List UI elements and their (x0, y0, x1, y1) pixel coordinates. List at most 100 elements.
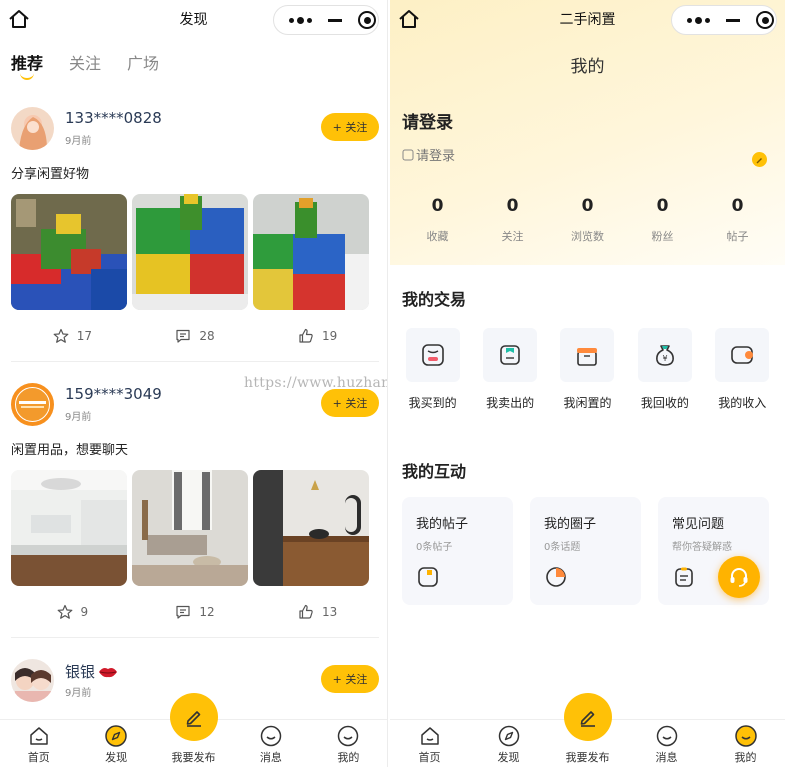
post-photos (11, 470, 369, 586)
trade-bought[interactable]: 我买到的 (397, 328, 469, 411)
close-icon[interactable] (756, 11, 774, 29)
post-photo[interactable] (253, 470, 369, 586)
pencil-icon (580, 711, 595, 727)
card-my-posts[interactable]: 我的帖子 0条帖子 (402, 497, 513, 605)
tab-following[interactable]: 关注 (69, 50, 101, 74)
minimize-icon[interactable] (726, 18, 740, 22)
publish-button[interactable] (563, 693, 612, 741)
post-photos (11, 194, 369, 310)
trade-label: 我的收入 (718, 396, 767, 410)
close-icon[interactable] (358, 11, 376, 29)
message-icon (260, 725, 282, 747)
more-icon[interactable] (274, 16, 326, 24)
stat-label: 收藏 (426, 230, 449, 243)
discover-screen: 发现 推荐 关注 广场 133****0828 9月前 + 关注 分享闲置好物 (0, 0, 388, 767)
favorite-count: 17 (76, 329, 92, 343)
tabbar-publish[interactable]: 我要发布 (155, 693, 232, 767)
tabbar-label: 消息 (259, 751, 282, 764)
headset-icon (730, 568, 748, 587)
trade-recycled[interactable]: ¥ 我回收的 (629, 328, 701, 411)
tabbar-messages[interactable]: 消息 (627, 720, 706, 767)
tab-square[interactable]: 广场 (127, 50, 159, 74)
card-title: 我的帖子 (416, 517, 469, 532)
like-count: 13 (322, 605, 338, 619)
tabbar-discover[interactable]: 发现 (77, 720, 154, 767)
watermark: https://www.huzhan.com/ishop49544 (244, 375, 387, 391)
bag-icon (421, 344, 444, 366)
edit-profile-button[interactable] (752, 152, 767, 167)
username[interactable]: 159****3049 (65, 385, 162, 403)
circle-icon (546, 567, 566, 587)
card-my-circles[interactable]: 我的圈子 0条话题 (530, 497, 641, 605)
post-photo[interactable] (253, 194, 369, 310)
trade-sold[interactable]: 我卖出的 (474, 328, 546, 411)
minimize-icon[interactable] (328, 18, 342, 22)
stat-following[interactable]: 0 关注 (475, 196, 550, 244)
favorite-action[interactable]: 9 (11, 604, 134, 620)
follow-button[interactable]: + 关注 (321, 113, 379, 141)
avatar[interactable] (11, 659, 54, 702)
trade-income[interactable]: 我的收入 (706, 328, 778, 411)
favorite-count: 9 (80, 605, 89, 619)
nav-bar: 发现 (0, 0, 387, 38)
stat-number: 0 (506, 196, 519, 216)
thumbs-up-icon (299, 328, 313, 343)
lips-icon (99, 667, 118, 677)
trade-grid: 我买到的 我卖出的 我闲置的 ¥ 我回收的 我的收入 (390, 328, 785, 411)
login-title[interactable]: 请登录 (402, 108, 453, 133)
stat-favorites[interactable]: 0 收藏 (400, 196, 475, 244)
smile-icon (734, 725, 757, 747)
bottom-tabbar: 首页 发现 我要发布 消息 我的 (390, 693, 785, 767)
post-text: 分享闲置好物 (11, 167, 90, 182)
tabbar-discover[interactable]: 发现 (469, 720, 548, 767)
comment-action[interactable]: 28 (134, 328, 257, 344)
tabbar-home[interactable]: 首页 (0, 720, 77, 767)
interact-cards: 我的帖子 0条帖子 我的圈子 0条话题 常见问题 帮你答疑解惑 (402, 497, 769, 605)
stat-fans[interactable]: 0 粉丝 (625, 196, 700, 244)
like-action[interactable]: 13 (256, 604, 379, 620)
avatar[interactable] (11, 107, 54, 150)
customer-service-button[interactable] (718, 556, 760, 598)
tabbar-label: 首页 (418, 751, 441, 764)
edit-icon (756, 158, 762, 164)
publish-button[interactable] (169, 693, 218, 741)
post-photo[interactable] (132, 194, 248, 310)
star-icon (57, 604, 72, 619)
tabbar-messages[interactable]: 消息 (232, 720, 309, 767)
nav-title: 二手闲置 (559, 12, 616, 28)
post-text: 闲置用品，想要聊天 (11, 443, 129, 458)
compass-icon (498, 725, 519, 747)
username[interactable]: 133****0828 (65, 109, 162, 127)
bottom-tabbar: 首页 发现 我要发布 消息 我的 (0, 693, 387, 767)
home-icon[interactable] (398, 9, 420, 29)
trade-idle[interactable]: 我闲置的 (551, 328, 623, 411)
feed-tabs: 推荐 关注 广场 (11, 50, 159, 80)
stat-views[interactable]: 0 浏览数 (550, 196, 625, 244)
home-icon[interactable] (8, 9, 30, 29)
trade-label: 我卖出的 (486, 396, 535, 410)
checkbox-icon (402, 149, 414, 160)
username[interactable]: 银银 (65, 661, 118, 682)
stat-posts[interactable]: 0 帖子 (700, 196, 775, 244)
tabbar-mine[interactable]: 我的 (706, 720, 785, 767)
post-photo[interactable] (132, 470, 248, 586)
like-action[interactable]: 19 (256, 328, 379, 344)
avatar[interactable] (11, 383, 54, 426)
profile-screen: 二手闲置 我的 请登录 请登录 0 收藏 0 关注 0 浏览数 0 粉丝 0 帖… (390, 0, 785, 767)
follow-button[interactable]: + 关注 (321, 665, 379, 693)
favorite-action[interactable]: 17 (11, 328, 134, 344)
post-photo[interactable] (11, 194, 127, 310)
card-title: 常见问题 (672, 517, 725, 532)
post-time: 9月前 (65, 412, 92, 423)
tabbar-home[interactable]: 首页 (390, 720, 469, 767)
comment-action[interactable]: 12 (134, 604, 257, 620)
page-title: 我的 (570, 57, 605, 77)
login-prompt[interactable]: 请登录 (402, 145, 455, 164)
tab-recommend[interactable]: 推荐 (11, 50, 43, 80)
tabbar-publish[interactable]: 我要发布 (548, 693, 627, 767)
post-photo[interactable] (11, 470, 127, 586)
clipboard-icon (675, 567, 693, 587)
follow-button[interactable]: + 关注 (321, 389, 379, 417)
more-icon[interactable] (672, 16, 724, 24)
tabbar-mine[interactable]: 我的 (310, 720, 387, 767)
